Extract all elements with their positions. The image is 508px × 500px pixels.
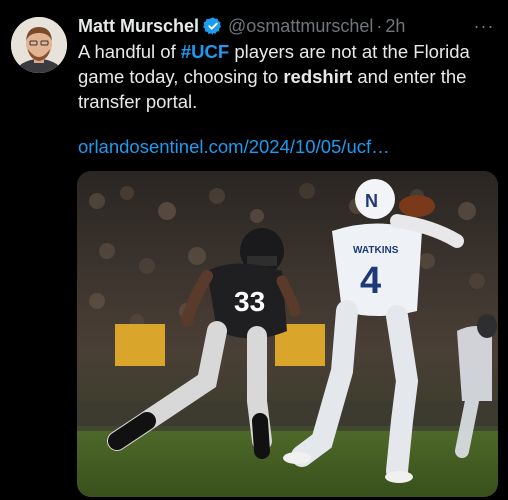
timestamp[interactable]: 2h: [385, 16, 405, 37]
helmet-letter: N: [365, 191, 378, 211]
tweet[interactable]: Matt Murschel @osmattmurschel · 2h ··· A…: [0, 0, 508, 500]
bold-word: redshirt: [283, 66, 353, 87]
tweet-header: Matt Murschel @osmattmurschel · 2h ···: [78, 14, 496, 38]
article-link[interactable]: orlandosentinel.com/2024/10/05/ucf…: [78, 136, 390, 158]
separator-dot: ·: [376, 15, 383, 36]
avatar-image: [11, 17, 67, 73]
author-handle[interactable]: @osmattmurschel: [228, 16, 373, 37]
qb-name: WATKINS: [353, 245, 399, 256]
hashtag-link[interactable]: #UCF: [181, 41, 229, 62]
tweet-text: A handful of #UCF players are not at the…: [78, 39, 498, 114]
defender-number: 33: [234, 286, 265, 317]
football-photo: 33 N WATKINS 4: [77, 171, 498, 497]
verified-badge-icon: [203, 16, 223, 36]
avatar[interactable]: [11, 17, 67, 73]
author-name[interactable]: Matt Murschel: [78, 16, 199, 37]
qb-number: 4: [360, 260, 381, 302]
more-options-icon[interactable]: ···: [472, 14, 496, 38]
tweet-photo[interactable]: 33 N WATKINS 4: [77, 171, 498, 497]
tweet-text-part: A handful of: [78, 41, 181, 62]
